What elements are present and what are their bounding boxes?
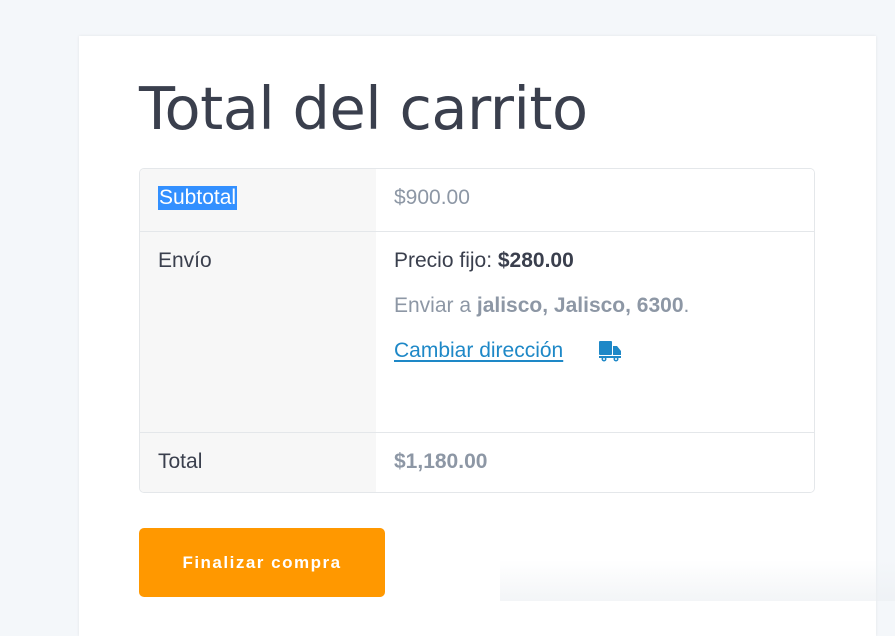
total-value-cell: $1,180.00 xyxy=(376,433,814,492)
total-value: $1,180.00 xyxy=(394,450,488,473)
ship-to-destination: Enviar a jalisco, Jalisco, 6300. xyxy=(394,294,689,318)
subtotal-row: Subtotal $900.00 xyxy=(140,169,814,232)
page-title: Total del carrito xyxy=(139,74,588,143)
total-row: Total $1,180.00 xyxy=(140,433,814,492)
shipping-method-prefix: Precio fijo: xyxy=(394,249,498,272)
ship-to-address: jalisco, Jalisco, 6300 xyxy=(476,294,684,317)
ship-to-prefix: Enviar a xyxy=(394,294,477,317)
checkout-button[interactable]: Finalizar compra xyxy=(139,528,385,597)
shipping-method-price: $280.00 xyxy=(497,249,574,272)
ship-to-suffix: . xyxy=(683,294,690,317)
shipping-value-cell: Precio fijo: $280.00 Enviar a jalisco, J… xyxy=(376,232,814,432)
cart-totals-table: Subtotal $900.00 Envío Precio fijo: $280… xyxy=(139,168,815,493)
total-label-cell: Total xyxy=(140,433,376,492)
subtotal-label-cell: Subtotal xyxy=(140,169,376,231)
subtotal-value-cell: $900.00 xyxy=(376,169,814,231)
total-label: Total xyxy=(158,450,203,473)
subtotal-value: $900.00 xyxy=(394,186,470,209)
shipping-method: Precio fijo: $280.00 xyxy=(394,249,574,273)
shipping-label-cell: Envío xyxy=(140,232,376,432)
change-address-link[interactable]: Cambiar dirección xyxy=(394,339,563,363)
subtotal-label: Subtotal xyxy=(158,186,238,210)
shipping-row: Envío Precio fijo: $280.00 Enviar a jali… xyxy=(140,232,814,433)
shipping-label: Envío xyxy=(158,249,212,272)
truck-icon[interactable] xyxy=(598,339,622,363)
cart-totals-card: Total del carrito Subtotal $900.00 Envío… xyxy=(79,36,876,636)
